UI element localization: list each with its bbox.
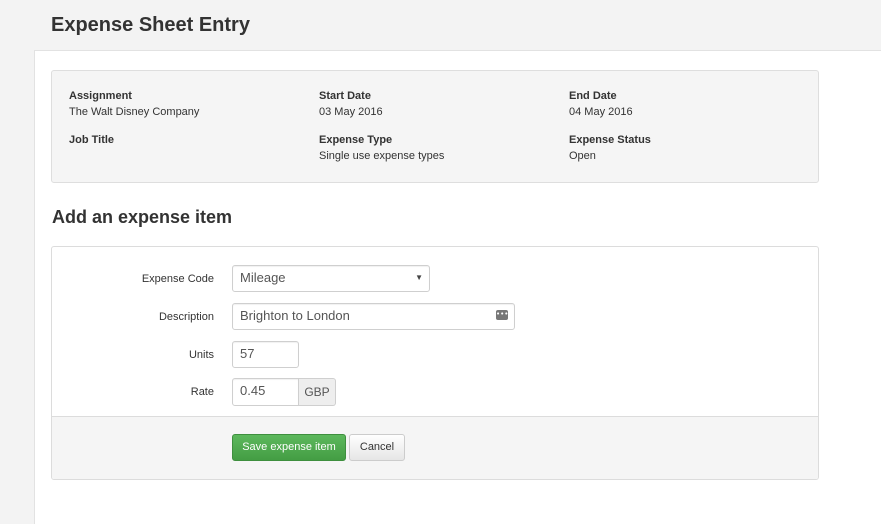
more-dots-icon[interactable]: •••: [496, 310, 508, 320]
expense-code-value: Mileage: [240, 270, 286, 285]
units-input[interactable]: 57: [232, 341, 299, 368]
expense-code-label: Expense Code: [141, 273, 214, 285]
assignment-summary-panel: Assignment The Walt Disney Company Start…: [51, 70, 819, 183]
page-title: Expense Sheet Entry: [51, 14, 250, 36]
rate-input[interactable]: 0.45: [232, 378, 299, 406]
form-footer: Save expense item Cancel: [52, 416, 818, 479]
rate-value: 0.45: [240, 383, 266, 398]
units-label: Units: [188, 349, 214, 361]
description-input[interactable]: Brighton to London •••: [232, 303, 515, 330]
description-label: Description: [158, 311, 214, 323]
rate-label: Rate: [190, 386, 214, 398]
cancel-button[interactable]: Cancel: [349, 434, 405, 461]
end-date-field: End Date 04 May 2016: [569, 89, 633, 120]
end-date-value: 04 May 2016: [569, 106, 633, 118]
expense-item-form: Expense Code Mileage ▼ Description Brigh…: [51, 246, 819, 480]
start-date-label: Start Date: [319, 90, 371, 102]
expense-code-select[interactable]: Mileage ▼: [232, 265, 430, 292]
expense-type-label: Expense Type: [319, 134, 393, 146]
assignment-label: Assignment: [69, 90, 132, 102]
job-title-label: Job Title: [69, 134, 115, 146]
units-value: 57: [240, 346, 255, 361]
expense-status-value: Open: [569, 150, 596, 162]
expense-type-value: Single use expense types: [319, 150, 445, 162]
save-expense-item-button[interactable]: Save expense item: [232, 434, 346, 461]
main-content: Assignment The Walt Disney Company Start…: [34, 50, 881, 524]
assignment-field: Assignment The Walt Disney Company: [69, 89, 199, 120]
expense-status-field: Expense Status Open: [569, 133, 651, 164]
section-title: Add an expense item: [52, 207, 233, 227]
expense-status-label: Expense Status: [569, 134, 651, 146]
start-date-field: Start Date 03 May 2016: [319, 89, 383, 120]
rate-currency-addon: GBP: [299, 378, 336, 406]
end-date-label: End Date: [569, 90, 617, 102]
assignment-value: The Walt Disney Company: [69, 106, 200, 118]
description-value: Brighton to London: [240, 308, 350, 323]
start-date-value: 03 May 2016: [319, 106, 383, 118]
job-title-field: Job Title: [69, 133, 114, 149]
expense-type-field: Expense Type Single use expense types: [319, 133, 444, 164]
chevron-down-icon: ▼: [415, 273, 423, 282]
